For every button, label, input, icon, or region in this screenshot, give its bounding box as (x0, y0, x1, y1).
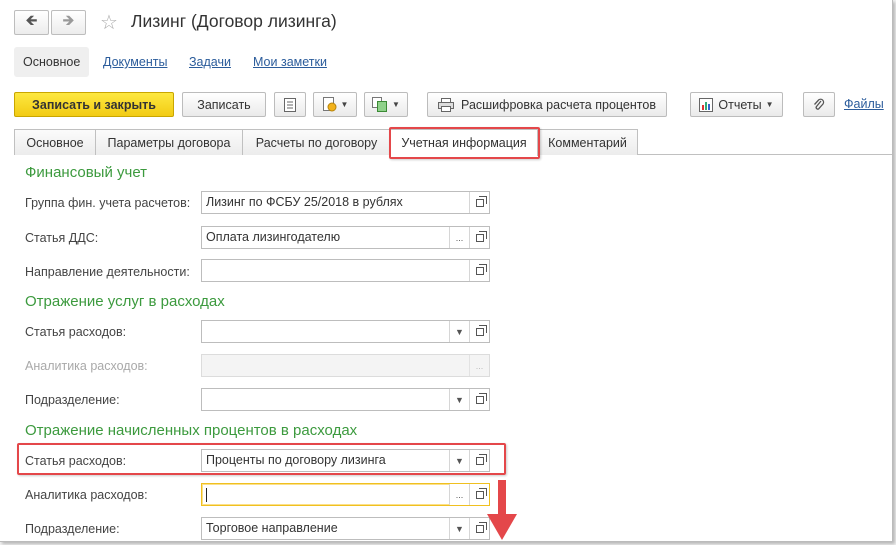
dropdown-button[interactable]: ▼ (449, 389, 469, 410)
section-title-financial: Финансовый учет (25, 164, 148, 181)
forward-button[interactable]: 🡺 (51, 10, 86, 35)
interest-department-field[interactable]: Торговое направление ▼ (201, 517, 490, 540)
ellipsis-icon: ... (455, 489, 464, 500)
interest-expense-analytics-field[interactable]: ... (201, 483, 490, 506)
field-label: Аналитика расходов: (25, 488, 148, 502)
section-title-services: Отражение услуг в расходах (25, 293, 225, 310)
dropdown-button[interactable]: ▼ (449, 518, 469, 539)
tab-main[interactable]: Основное (14, 129, 96, 155)
list-icon (284, 97, 296, 112)
printer-icon (438, 97, 455, 112)
report-icon (699, 97, 714, 112)
activity-direction-field[interactable] (201, 259, 490, 282)
attach-button[interactable] (803, 92, 835, 117)
field-label: Подразделение: (25, 522, 120, 536)
services-expense-analytics-value (202, 355, 469, 376)
services-expense-analytics-field: ... (201, 354, 490, 377)
back-button[interactable]: 🡸 (14, 10, 49, 35)
open-icon (475, 487, 487, 499)
chevron-down-icon: ▼ (455, 326, 464, 337)
field-label: Направление деятельности: (25, 265, 190, 279)
open-icon (475, 230, 487, 242)
cashflow-item-value[interactable]: Оплата лизингодателю (202, 227, 449, 248)
open-button[interactable] (469, 518, 489, 539)
favorite-star-icon[interactable]: ☆ (100, 10, 118, 35)
select-button[interactable]: ... (449, 484, 469, 505)
open-button[interactable] (469, 484, 489, 505)
chevron-down-icon: ▼ (455, 394, 464, 405)
interest-breakdown-label: Расшифровка расчета процентов (461, 97, 656, 112)
interest-department-value[interactable]: Торговое направление (202, 518, 449, 539)
field-highlight-box (17, 443, 506, 475)
reports-button[interactable]: Отчеты ▼ (690, 92, 783, 117)
arrow-down-icon (487, 480, 517, 540)
services-department-field[interactable]: ▼ (201, 388, 490, 411)
ellipsis-icon: ... (475, 360, 484, 371)
open-button[interactable] (469, 192, 489, 213)
list-button[interactable] (274, 92, 306, 117)
document-add-icon (322, 97, 337, 112)
select-button: ... (469, 355, 489, 376)
text-cursor (206, 487, 207, 502)
cashflow-item-field[interactable]: Оплата лизингодателю ... (201, 226, 490, 249)
save-and-close-button[interactable]: Записать и закрыть (14, 92, 174, 117)
field-label: Аналитика расходов: (25, 359, 148, 373)
view-tab-main[interactable]: Основное (14, 47, 90, 77)
services-expense-item-field[interactable]: ▼ (201, 320, 490, 343)
view-tab-tasks[interactable]: Задачи (180, 47, 240, 77)
open-icon (475, 521, 487, 533)
chevron-down-icon: ▼ (455, 523, 464, 534)
field-label: Группа фин. учета расчетов: (25, 196, 191, 210)
window: 🡸 🡺 ☆ Лизинг (Договор лизинга) Основное … (0, 0, 893, 542)
chevron-down-icon: ▼ (765, 100, 774, 109)
arrow-left-icon: 🡸 (25, 12, 38, 29)
page-title: Лизинг (Договор лизинга) (131, 11, 337, 31)
tab-highlight-box (389, 127, 540, 159)
services-department-value[interactable] (202, 389, 449, 410)
tab-contract-params[interactable]: Параметры договора (95, 129, 243, 155)
files-link[interactable]: Файлы (844, 97, 884, 111)
view-tab-notes[interactable]: Мои заметки (244, 47, 336, 77)
fin-group-value[interactable]: Лизинг по ФСБУ 25/2018 в рублях (202, 192, 469, 213)
interest-breakdown-button[interactable]: Расшифровка расчета процентов (427, 92, 667, 117)
ellipsis-icon: ... (455, 232, 464, 243)
arrow-right-icon: 🡺 (62, 12, 75, 29)
open-icon (475, 392, 487, 404)
dropdown-button[interactable]: ▼ (449, 321, 469, 342)
open-button[interactable] (469, 227, 489, 248)
open-button[interactable] (469, 389, 489, 410)
tab-comment[interactable]: Комментарий (537, 129, 638, 155)
interest-expense-analytics-value[interactable] (202, 484, 449, 505)
view-tab-documents[interactable]: Документы (94, 47, 176, 77)
services-expense-item-value[interactable] (202, 321, 449, 342)
open-button[interactable] (469, 260, 489, 281)
field-label: Подразделение: (25, 393, 120, 407)
field-label: Статья ДДС: (25, 231, 99, 245)
save-button[interactable]: Записать (182, 92, 266, 117)
fin-group-field[interactable]: Лизинг по ФСБУ 25/2018 в рублях (201, 191, 490, 214)
open-icon (475, 263, 487, 275)
paperclip-icon (814, 98, 825, 110)
section-title-interest: Отражение начисленных процентов в расход… (25, 422, 358, 439)
reports-label: Отчеты (718, 97, 762, 112)
open-icon (475, 324, 487, 336)
documents-structure-icon (372, 97, 388, 112)
select-button[interactable]: ... (449, 227, 469, 248)
open-icon (475, 195, 487, 207)
create-based-on-button[interactable]: ▼ (313, 92, 357, 117)
field-label: Статья расходов: (25, 325, 127, 339)
chevron-down-icon: ▼ (392, 100, 400, 109)
activity-direction-value[interactable] (202, 260, 469, 281)
tab-contract-settlements[interactable]: Расчеты по договору (242, 129, 391, 155)
chevron-down-icon: ▼ (340, 100, 349, 109)
open-button[interactable] (469, 321, 489, 342)
related-documents-button[interactable]: ▼ (364, 92, 408, 117)
